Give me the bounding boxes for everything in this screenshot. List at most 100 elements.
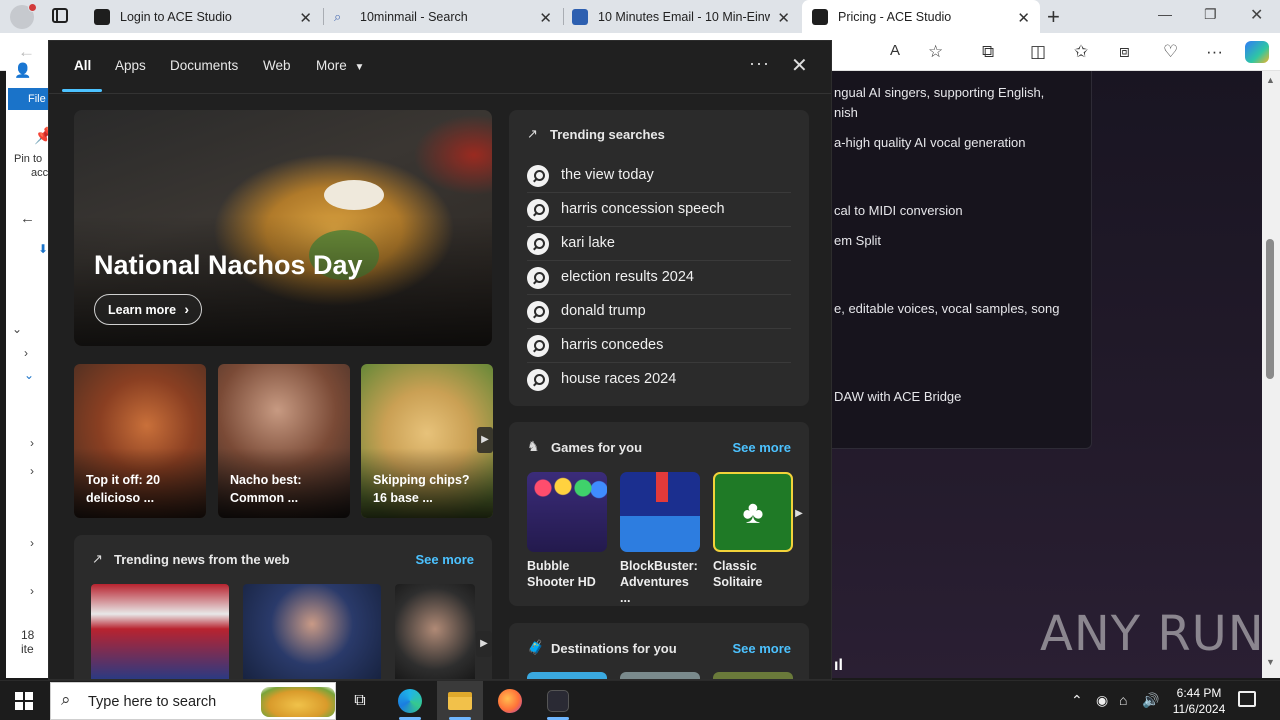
windows-taskbar: ⌕ Type here to search ⧉ ⌃ ◉ ⌂ 🔊 6:44 PM … [0,680,1280,720]
close-tab-icon[interactable]: ✕ [539,9,552,27]
game-bubble-shooter[interactable]: Bubble Shooter HD [527,472,607,590]
notifications-icon[interactable] [1238,691,1256,707]
firefox-icon[interactable] [487,681,533,720]
collections-icon[interactable]: ⧈ [1119,42,1130,62]
tab-pricing-ace-studio[interactable]: Pricing - ACE Studio ✕ [802,0,1040,33]
close-tab-icon[interactable]: ✕ [299,9,312,27]
tab-apps[interactable]: Apps [115,58,146,73]
trending-search-label: harris concession speech [561,201,725,217]
copilot-icon[interactable] [1245,41,1269,63]
meet-now-icon[interactable]: ◉ [1096,692,1108,709]
tab-10-minutes-email[interactable]: 10 Minutes Email - 10 Min-Einwe ✕ [564,0,800,33]
destination-thumbnail[interactable] [713,672,793,679]
destination-thumbnail[interactable] [620,672,700,679]
tab-title: Pricing - ACE Studio [838,9,952,24]
tab-more[interactable]: More ▼ [316,58,364,73]
tab-all[interactable]: All [74,58,91,73]
split-screen-icon[interactable]: ◫ [1030,42,1046,62]
windows-start-icon[interactable] [15,692,33,710]
close-icon[interactable]: ✕ [791,53,808,78]
trending-search-item[interactable]: kari lake [527,227,791,261]
favorite-star-icon[interactable]: ☆ [928,42,943,62]
see-more-link[interactable]: See more [732,641,791,656]
restore-icon[interactable]: ❐ [1204,6,1217,23]
carousel-next-icon[interactable]: ▶ [477,427,493,453]
more-options-icon[interactable]: ··· [749,53,770,74]
extensions-icon[interactable]: ⧉ [982,42,994,62]
tab-login-ace-studio[interactable]: Login to ACE Studio ✕ [84,0,322,33]
new-tab-icon[interactable]: + [1047,4,1060,30]
tab-10minmail-search[interactable]: ⌕ 10minmail - Search ✕ [324,0,562,33]
scroll-up-icon[interactable]: ▲ [1266,75,1275,85]
page-scrollbar[interactable]: ▲ ▼ [1262,71,1280,678]
file-menu-tab[interactable]: File [8,88,50,110]
trending-search-item[interactable]: donald trump [527,295,791,329]
file-explorer-icon[interactable] [437,681,483,720]
news-thumbnail[interactable] [395,584,475,679]
game-name: Classic Solitaire [713,559,763,589]
tree-chevron-icon[interactable]: › [30,436,34,450]
volume-icon[interactable]: 🔊 [1142,692,1159,709]
news-thumbnail[interactable] [243,584,381,679]
close-tab-icon[interactable]: ✕ [777,9,790,27]
game-blockbuster[interactable]: BlockBuster: Adventures ... [620,472,700,606]
scrollbar-thumb[interactable] [1266,239,1274,379]
game-name: BlockBuster: Adventures ... [620,559,698,605]
scroll-down-icon[interactable]: ▼ [1266,657,1275,667]
hero-nachos-day-card[interactable]: National Nachos Day Learn more › [74,110,492,346]
learn-more-button[interactable]: Learn more › [94,294,202,325]
trending-search-item[interactable]: harris concession speech [527,193,791,227]
pin-to-quick-access-button[interactable]: Pin to acc [14,152,48,180]
search-placeholder: Type here to search [88,694,217,710]
audio-bars-icon: ıl [834,657,843,674]
expand-chevron-icon[interactable]: ⌄ [24,368,34,382]
hero-gradient [74,216,492,346]
trending-search-item[interactable]: house races 2024 [527,363,791,397]
tree-chevron-icon[interactable]: › [30,584,34,598]
task-view-icon[interactable]: ⧉ [337,681,383,720]
tree-chevron-icon[interactable]: › [30,464,34,478]
trending-search-label: the view today [561,167,654,183]
expand-chevron-icon[interactable]: ⌄ [12,322,22,336]
carousel-next-icon[interactable]: ▶ [793,501,805,527]
trending-search-item[interactable]: the view today [527,159,791,193]
news-thumbnail[interactable] [91,584,229,679]
search-icon [527,369,549,391]
collapse-chevron-icon[interactable]: › [24,346,28,360]
article-card[interactable]: Nacho best: Common ... [218,364,350,518]
ace-studio-app-icon[interactable] [535,681,581,720]
article-card[interactable]: Top it off: 20 delicioso ... [74,364,206,518]
trending-search-item[interactable]: election results 2024 [527,261,791,295]
tab-documents[interactable]: Documents [170,58,238,73]
tree-chevron-icon[interactable]: › [30,536,34,550]
carousel-next-icon[interactable]: ▶ [476,631,492,657]
more-options-icon[interactable]: ··· [1206,42,1223,62]
system-clock[interactable]: 6:44 PM 11/6/2024 [1166,685,1232,717]
game-classic-solitaire[interactable]: ♣ Classic Solitaire [713,472,793,590]
network-icon[interactable]: ⌂ [1119,692,1127,708]
trending-search-label: election results 2024 [561,269,694,285]
article-card[interactable]: Skipping chips? 16 base ... [361,364,493,518]
feature-line: ngual AI singers, supporting English, [834,85,1045,100]
edge-browser-icon[interactable] [387,681,433,720]
close-tab-icon[interactable]: ✕ [1017,9,1030,27]
profile-avatar[interactable] [10,3,37,29]
minimize-icon[interactable]: — [1158,6,1172,22]
destinations-section: 🧳 Destinations for you See more [509,623,809,679]
trending-search-item[interactable]: harris concedes [527,329,791,363]
active-tab-indicator [62,89,102,92]
show-hidden-icons-icon[interactable]: ⌃ [1071,692,1083,709]
see-more-link[interactable]: See more [415,552,474,567]
tab-actions-icon[interactable] [52,8,68,23]
card-caption: Skipping chips? 16 base ... [373,473,470,505]
nav-back-icon[interactable]: ← [20,210,35,227]
destination-thumbnail[interactable] [527,672,607,679]
tab-web[interactable]: Web [263,58,291,73]
taskbar-search-box[interactable]: ⌕ Type here to search [50,682,336,720]
see-more-link[interactable]: See more [732,440,791,455]
read-aloud-icon[interactable]: A [890,42,900,59]
window-close-icon[interactable]: ✕ [1250,5,1263,25]
notification-dot [28,3,37,12]
browser-essentials-icon[interactable]: ♡ [1163,42,1178,62]
favorites-icon[interactable]: ✩ [1074,42,1088,62]
